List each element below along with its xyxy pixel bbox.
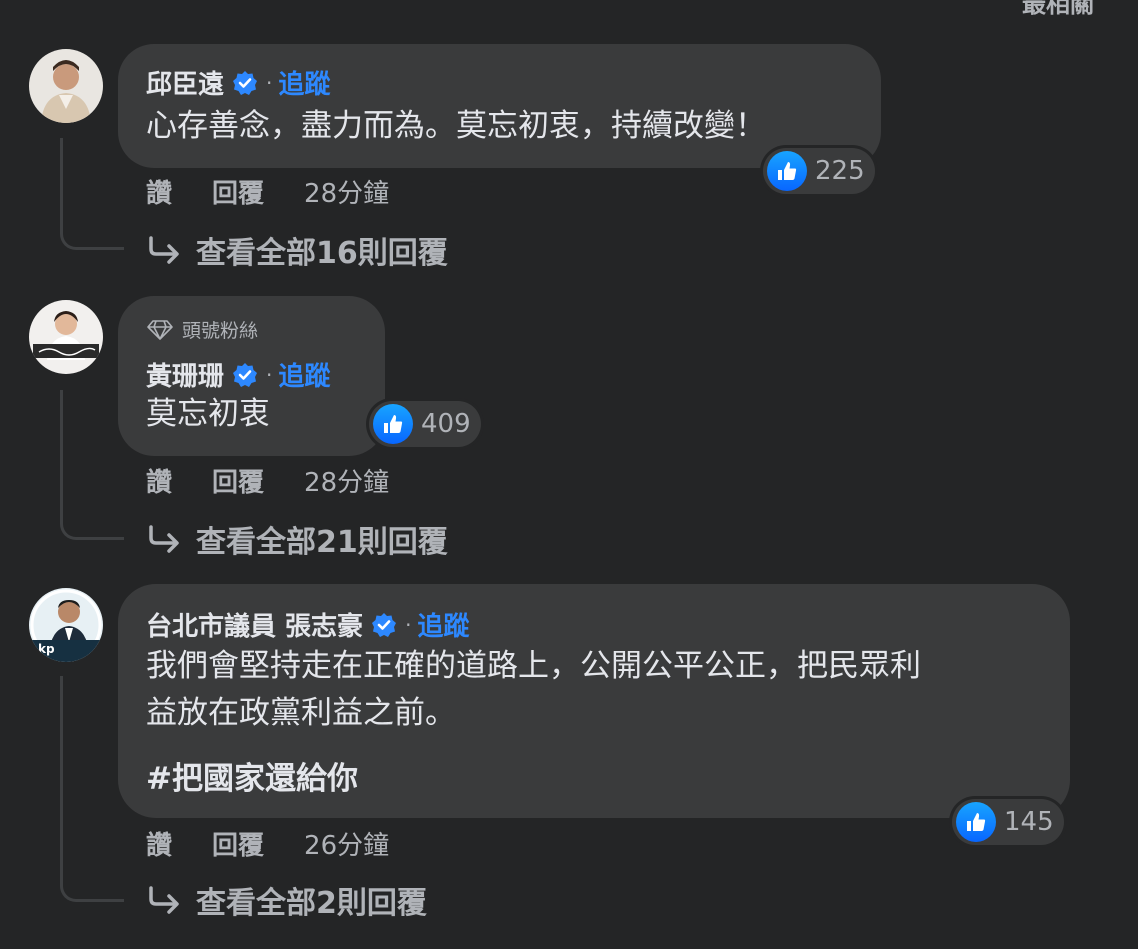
follow-button[interactable]: 追蹤: [417, 606, 469, 643]
comment-author[interactable]: 台北市議員 張志豪: [146, 606, 363, 643]
comment-actions: 讚 回覆 26分鐘: [146, 825, 389, 862]
verified-badge-icon: [372, 612, 397, 637]
comment-bubble: 台北市議員 張志豪 · 追蹤 我們會堅持走在正確的道路上，公開公平公正，把民眾利…: [118, 584, 1070, 818]
reaction-summary[interactable]: 145: [952, 799, 1064, 845]
svg-text:kp: kp: [38, 642, 55, 656]
reaction-count: 145: [1004, 807, 1054, 837]
thread-connector: [60, 676, 124, 902]
avatar[interactable]: kp: [29, 588, 103, 662]
view-replies-label[interactable]: 查看全部2則回覆: [196, 878, 427, 922]
comment-thread: kp 台北市議員 張志豪 · 追蹤 我們會堅持走在正確的道路上，公開公平公正，把…: [0, 0, 1138, 949]
hashtag-link[interactable]: #把國家還給你: [146, 756, 358, 802]
reply-arrow-icon: [149, 886, 179, 914]
separator-dot: ·: [405, 612, 412, 637]
comment-text-line: 我們會堅持走在正確的道路上，公開公平公正，把民眾利: [146, 648, 921, 684]
view-replies-link[interactable]: 查看全部2則回覆: [146, 878, 427, 922]
like-button[interactable]: 讚: [146, 825, 172, 862]
comment-text-line: 益放在政黨利益之前。: [146, 695, 456, 731]
comment-timestamp[interactable]: 26分鐘: [304, 825, 389, 862]
reply-button[interactable]: 回覆: [212, 825, 264, 862]
like-icon: [956, 802, 996, 842]
